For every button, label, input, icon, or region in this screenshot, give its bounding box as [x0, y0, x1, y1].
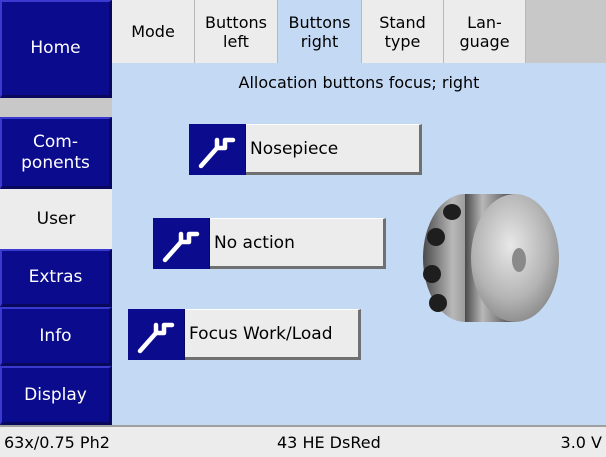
nav-components-label: Com- ponents [21, 131, 90, 173]
nav-info-label: Info [39, 325, 72, 346]
action-label: No action [210, 218, 386, 269]
action-button-focus-work-load[interactable]: Focus Work/Load [128, 309, 361, 360]
nav-home-button[interactable]: Home [0, 0, 112, 98]
tab-buttons-right[interactable]: Buttons right [278, 0, 362, 63]
wrench-icon [153, 218, 210, 269]
nav-user-button[interactable]: User [0, 189, 112, 249]
nav-display-label: Display [24, 384, 87, 405]
status-filter: 43 HE DsRed [277, 433, 381, 452]
app-window: Home Com- ponents User Extras Info Displ… [0, 0, 606, 457]
tab-buttons-right-label: Buttons right [288, 12, 351, 51]
nav-info-button[interactable]: Info [0, 307, 112, 366]
status-bar: 63x/0.75 Ph2 43 HE DsRed 3.0 V [0, 425, 606, 457]
tab-mode[interactable]: Mode [112, 0, 195, 63]
nav-display-button[interactable]: Display [0, 366, 112, 425]
nav-spacer [0, 98, 112, 117]
status-objective: 63x/0.75 Ph2 [4, 433, 110, 452]
tab-stand-type[interactable]: Stand type [362, 0, 444, 63]
tab-buttons-left[interactable]: Buttons left [195, 0, 278, 63]
nav-extras-label: Extras [28, 267, 83, 287]
status-version: 3.0 V [560, 433, 602, 452]
nav-extras-button[interactable]: Extras [0, 249, 112, 307]
tab-stand-type-label: Stand type [379, 12, 426, 51]
tab-language-label: Lan- guage [459, 12, 510, 51]
nav-components-button[interactable]: Com- ponents [0, 117, 112, 189]
nav-user-label: User [36, 208, 76, 229]
tab-mode-label: Mode [131, 22, 175, 41]
tab-language[interactable]: Lan- guage [444, 0, 526, 63]
wrench-icon [189, 124, 246, 175]
nav-home-label: Home [30, 38, 81, 58]
focus-knob-illustration [423, 194, 559, 322]
action-label: Focus Work/Load [185, 309, 361, 360]
tab-bar-filler [526, 0, 606, 63]
action-button-no-action[interactable]: No action [153, 218, 386, 269]
action-label: Nosepiece [246, 124, 422, 175]
tab-buttons-left-label: Buttons left [205, 12, 267, 51]
wrench-icon [128, 309, 185, 360]
page-subtitle: Allocation buttons focus; right [238, 73, 480, 92]
action-button-nosepiece[interactable]: Nosepiece [189, 124, 422, 175]
